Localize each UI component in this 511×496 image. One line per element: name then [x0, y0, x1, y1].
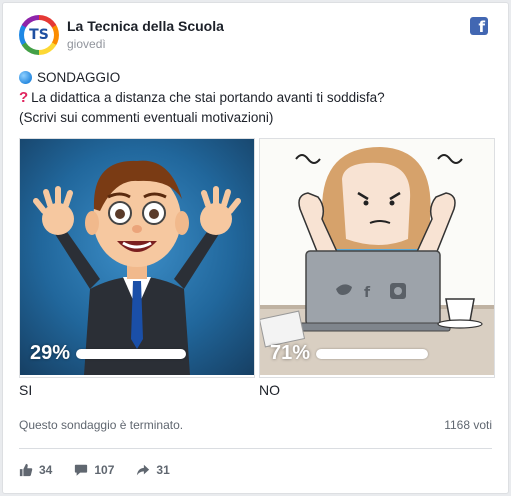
poll-option-si[interactable]: 29% — [19, 138, 255, 378]
engagement-stats: 34 107 31 — [19, 463, 192, 477]
comments-count: 107 — [94, 463, 115, 477]
poll-options: 29% f 71% — [19, 138, 495, 378]
likes-count: 34 — [39, 463, 53, 477]
divider — [19, 448, 492, 449]
poll-question: La didattica a distanza che stai portand… — [31, 89, 385, 105]
post-line-3: (Scrivi sui commenti eventuali motivazio… — [19, 107, 492, 127]
post-header: TS La Tecnica della Scuola giovedì f — [19, 15, 492, 57]
shares-count: 31 — [156, 463, 170, 477]
option-si-progress-bar — [76, 348, 187, 359]
likes-stat[interactable]: 34 — [19, 463, 52, 477]
post-line-2: ? La didattica a distanza che stai porta… — [19, 87, 492, 107]
angry-woman-laptop-illustration: f — [260, 147, 494, 375]
blue-circle-icon — [19, 70, 32, 84]
happy-businessman-illustration — [33, 160, 241, 375]
post-heading: SONDAGGIO — [37, 69, 121, 85]
shares-stat[interactable]: 31 — [136, 463, 170, 477]
option-no-percent: 71% — [270, 342, 311, 364]
svg-text:f: f — [364, 285, 371, 301]
poll-footer: Questo sondaggio è terminato. 1168 voti — [19, 418, 492, 432]
post-timestamp[interactable]: giovedì — [67, 37, 106, 51]
option-no-image: f 71% — [260, 139, 494, 375]
share-arrow-icon — [137, 464, 150, 476]
option-si-label: SI — [19, 382, 33, 398]
comments-stat[interactable]: 107 — [74, 463, 114, 477]
option-no-result: 71% — [270, 342, 429, 365]
poll-vote-count[interactable]: 1168 voti — [444, 418, 492, 432]
option-si-result: 29% — [30, 342, 187, 365]
option-no-label: NO — [259, 382, 280, 398]
option-no-progress-bar — [316, 348, 429, 359]
poll-option-no[interactable]: f 71% — [259, 138, 495, 378]
poll-instructions: (Scrivi sui commenti eventuali motivazio… — [19, 109, 274, 125]
avatar-logo-text: TS — [24, 20, 54, 50]
question-mark-icon: ? — [19, 88, 29, 106]
facebook-icon: f — [470, 17, 488, 35]
page-avatar[interactable]: TS — [19, 15, 59, 55]
poll-status: Questo sondaggio è terminato. — [19, 418, 184, 432]
comment-icon — [75, 464, 88, 476]
thumbs-up-icon — [19, 463, 33, 477]
post-text: SONDAGGIO ? La didattica a distanza che … — [19, 67, 492, 127]
option-si-percent: 29% — [30, 342, 71, 364]
poll-post-card: TS La Tecnica della Scuola giovedì f SON… — [2, 2, 509, 494]
option-si-image: 29% — [20, 139, 254, 375]
post-line-1: SONDAGGIO — [19, 67, 492, 87]
page-name-link[interactable]: La Tecnica della Scuola — [67, 18, 224, 34]
